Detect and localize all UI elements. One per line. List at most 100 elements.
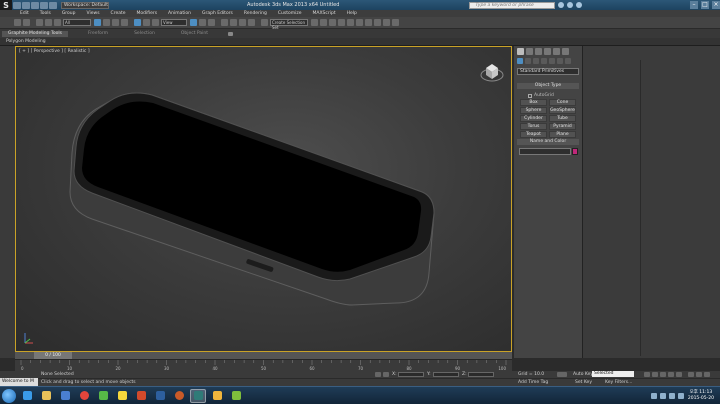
cameras-icon[interactable] (541, 58, 547, 64)
tray-network-icon[interactable] (659, 392, 666, 399)
next-frame-icon[interactable] (668, 372, 674, 377)
unlink-icon[interactable] (45, 19, 52, 26)
bind-space-warp-icon[interactable] (54, 19, 61, 26)
zoom-extents-icon[interactable] (704, 372, 710, 377)
set-key-button[interactable]: Set Key (575, 379, 592, 386)
goto-end-icon[interactable] (676, 372, 682, 377)
z-coordinate-field[interactable] (468, 372, 494, 377)
zoom-all-icon[interactable] (696, 372, 702, 377)
track-bar[interactable]: 0 10 20 30 40 50 60 70 80 90 100 (15, 359, 512, 371)
curve-editor-icon[interactable] (347, 19, 354, 26)
media-taskbar-icon[interactable] (171, 389, 187, 403)
app-logo-icon[interactable]: S (0, 0, 12, 10)
picture-taskbar-icon[interactable] (228, 389, 244, 403)
paint-taskbar-icon[interactable] (209, 389, 225, 403)
select-and-rotate-icon[interactable] (143, 19, 150, 26)
menu-group[interactable]: Group (62, 11, 76, 16)
lights-icon[interactable] (533, 58, 539, 64)
plane-button[interactable]: Plane (549, 131, 576, 138)
object-name-input[interactable] (519, 148, 571, 155)
ie-taskbar-icon[interactable] (19, 389, 35, 403)
taskbar-clock[interactable]: 오후 11:13 2015-05-20 (688, 390, 714, 402)
previous-frame-icon[interactable] (652, 372, 658, 377)
undo-icon[interactable] (14, 19, 21, 26)
menu-tools[interactable]: Tools (40, 11, 51, 16)
add-time-tag-button[interactable]: Add Time Tag (518, 379, 548, 386)
object-type-rollout[interactable]: Object Type (517, 83, 579, 89)
reference-coordinate-dropdown[interactable]: View (161, 19, 187, 26)
lock-selection-icon[interactable] (375, 372, 381, 377)
teapot-button[interactable]: Teapot (520, 131, 547, 138)
spinner-snap-icon[interactable] (248, 19, 255, 26)
tab-freeform[interactable]: Freeform (82, 31, 114, 37)
redo-icon[interactable] (23, 19, 30, 26)
menu-help[interactable]: Help (347, 11, 357, 16)
explorer-taskbar-icon[interactable] (38, 389, 54, 403)
named-selection-dropdown[interactable]: Create Selection Set (270, 19, 308, 30)
geometry-icon[interactable] (517, 58, 523, 64)
time-slider-thumb[interactable]: 0 / 100 (34, 352, 72, 359)
menu-modifiers[interactable]: Modifiers (137, 11, 158, 16)
tray-flag-icon[interactable] (650, 392, 657, 399)
auto-key-button[interactable]: Auto Key (573, 371, 593, 378)
checkbox-icon[interactable] (528, 93, 532, 98)
menu-customize[interactable]: Customize (278, 11, 302, 16)
edit-named-selection-icon[interactable] (261, 19, 268, 26)
align-icon[interactable] (320, 19, 327, 26)
tab-selection[interactable]: Selection (128, 31, 161, 37)
menu-animation[interactable]: Animation (168, 11, 191, 16)
set-key-mode-icon[interactable] (557, 372, 567, 377)
start-button[interactable] (2, 388, 16, 403)
torrent-taskbar-icon[interactable] (95, 389, 111, 403)
tray-ime-icon[interactable] (677, 392, 684, 399)
absolute-mode-icon[interactable] (383, 372, 389, 377)
key-selection-dropdown[interactable]: Selected (592, 371, 634, 377)
zoom-icon[interactable] (688, 372, 694, 377)
schematic-view-icon[interactable] (356, 19, 363, 26)
chrome-taskbar-icon[interactable] (76, 389, 92, 403)
viewcube-icon[interactable] (480, 59, 504, 83)
star-icon[interactable] (576, 2, 583, 8)
rectangular-selection-icon[interactable] (112, 19, 119, 26)
select-by-name-icon[interactable] (103, 19, 110, 26)
render-production-icon[interactable] (392, 19, 399, 26)
menu-views[interactable]: Views (87, 11, 100, 16)
play-icon[interactable] (660, 372, 666, 377)
name-and-color-rollout[interactable]: Name and Color (517, 139, 579, 145)
ribbon-options-icon[interactable] (228, 31, 234, 36)
helpers-icon[interactable] (549, 58, 555, 64)
undo-icon[interactable] (40, 1, 48, 9)
snaps-toggle-icon[interactable] (221, 19, 228, 26)
tray-volume-icon[interactable] (668, 392, 675, 399)
pyramid-button[interactable]: Pyramid (549, 123, 576, 130)
select-and-move-icon[interactable] (134, 19, 141, 26)
render-setup-icon[interactable] (374, 19, 381, 26)
3dsmax-taskbar-icon[interactable] (190, 388, 206, 403)
selection-filter-dropdown[interactable]: All (63, 19, 91, 26)
shapes-icon[interactable] (525, 58, 531, 64)
angle-snap-icon[interactable] (230, 19, 237, 26)
redo-icon[interactable] (49, 1, 57, 9)
select-and-scale-icon[interactable] (152, 19, 159, 26)
kakaotalk-taskbar-icon[interactable] (114, 389, 130, 403)
keyboard-shortcut-icon[interactable] (208, 19, 215, 26)
menu-create[interactable]: Create (111, 11, 126, 16)
cone-button[interactable]: Cone (549, 99, 576, 106)
key-filters-button[interactable]: Key Filters... (605, 379, 632, 386)
close-button[interactable]: × (712, 1, 720, 9)
hierarchy-tab-icon[interactable] (535, 48, 542, 55)
percent-snap-icon[interactable] (239, 19, 246, 26)
minimize-button[interactable]: – (690, 1, 698, 9)
menu-edit[interactable]: Edit (20, 11, 29, 16)
tab-object-paint[interactable]: Object Paint (175, 31, 214, 37)
app-taskbar-icon[interactable] (133, 389, 149, 403)
help-icon[interactable] (567, 2, 574, 8)
autogrid-checkbox[interactable]: AutoGrid (528, 93, 554, 98)
save-file-icon[interactable] (31, 1, 39, 9)
menu-maxscript[interactable]: MAXScript (313, 11, 336, 16)
tab-graphite-modeling-tools[interactable]: Graphite Modeling Tools (2, 30, 69, 37)
modify-tab-icon[interactable] (526, 48, 533, 55)
goto-start-icon[interactable] (644, 372, 650, 377)
time-slider[interactable]: 0 / 100 (15, 352, 512, 359)
search-icon[interactable] (558, 2, 565, 8)
